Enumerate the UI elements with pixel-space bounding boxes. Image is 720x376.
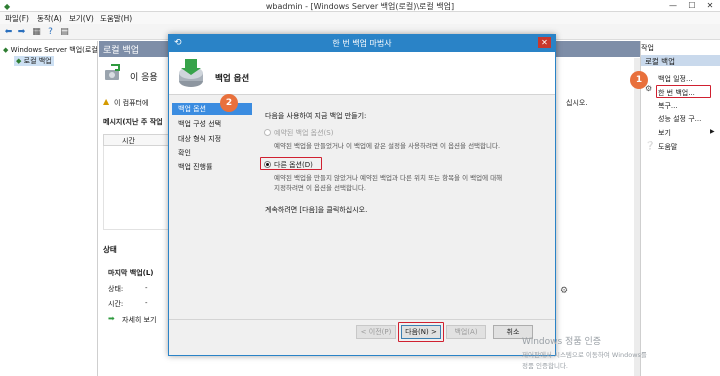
- back-arrow-icon[interactable]: ⬅: [3, 27, 14, 37]
- messages-table: [103, 146, 169, 230]
- center-subtitle: 이 응용: [130, 73, 158, 83]
- time-column-header[interactable]: 시간: [122, 136, 135, 146]
- callout-badge-1: 1: [630, 71, 648, 89]
- wizard-header-title: 백업 옵션: [215, 74, 250, 84]
- backup-button[interactable]: 백업(A): [446, 325, 486, 339]
- wizard-title: 한 번 백업 마법사: [332, 39, 392, 48]
- menu-help[interactable]: 도움말(H): [100, 13, 132, 24]
- warning-text: 이 컴퓨터에: [114, 99, 149, 107]
- action-recover[interactable]: 복구...: [658, 101, 678, 111]
- details-link[interactable]: 자세히 보기: [122, 315, 156, 325]
- menu-file[interactable]: 파일(F): [5, 13, 29, 24]
- local-backup-icon: ◆: [16, 57, 22, 65]
- action-help[interactable]: 도움말: [658, 142, 677, 152]
- scheduled-options-label[interactable]: 예약된 백업 옵션(S): [274, 128, 333, 138]
- continue-instruction: 계속하려면 [다음]을 클릭하십시오.: [265, 206, 368, 214]
- help-icon[interactable]: ?: [45, 27, 56, 37]
- action-performance-settings[interactable]: 성능 설정 구...: [658, 114, 701, 124]
- highlight-different-options: [260, 157, 322, 170]
- backup-disk-icon: [103, 64, 123, 84]
- panel-icon[interactable]: ▤: [59, 27, 70, 37]
- callout-badge-2: 2: [220, 94, 238, 112]
- wizard-header: 백업 옵션: [169, 52, 555, 95]
- tree-root-label: Windows Server 백업(로컬: [10, 46, 98, 54]
- scheduled-options-description: 예약된 백업을 만들었거나 이 백업에 같은 설정을 사용하려면 이 옵션을 선…: [274, 142, 501, 150]
- center-header-title: 로컬 백업: [103, 46, 139, 56]
- actions-section[interactable]: 로컬 백업: [641, 55, 720, 66]
- help-book-icon: ❔: [645, 141, 655, 150]
- previous-button[interactable]: < 이전(P): [356, 325, 396, 339]
- wizard-question: 다음을 사용하여 지금 백업 만들기:: [265, 112, 367, 120]
- actions-header: 작업: [641, 44, 654, 52]
- details-arrow-icon: ➡: [108, 314, 115, 323]
- scheduled-backup-icon: ⚙: [560, 286, 569, 296]
- highlight-backup-once: [656, 85, 711, 98]
- warning-icon: ▲: [103, 97, 110, 106]
- menu-action[interactable]: 동작(A): [37, 13, 62, 24]
- minimize-button[interactable]: —: [664, 1, 682, 11]
- activation-watermark-title: Windows 정품 인증: [522, 337, 602, 347]
- menu-bar: 파일(F) 동작(A) 보기(V) 도움말(H): [0, 12, 720, 24]
- step-backup-progress[interactable]: 백업 진행률: [172, 161, 252, 173]
- forward-arrow-icon[interactable]: ➡: [16, 27, 27, 37]
- window-title: wbadmin - [Windows Server 백업(로컬)\로컬 백업]: [265, 2, 455, 11]
- step-destination-type[interactable]: 대상 형식 지정: [172, 133, 252, 145]
- time-label: 시간:: [108, 300, 124, 308]
- server-backup-icon: ◆: [3, 46, 9, 54]
- warning-text-tail: 십시오.: [566, 99, 588, 107]
- wizard-close-button[interactable]: ✕: [538, 37, 551, 48]
- last-backup-label: 마지막 백업(L): [108, 269, 154, 277]
- state-value: -: [145, 284, 148, 292]
- highlight-next-button: [398, 322, 444, 342]
- time-value: -: [145, 299, 148, 307]
- scheduled-options-radio[interactable]: [264, 129, 271, 136]
- backup-wizard-icon: [175, 55, 207, 91]
- step-confirmation[interactable]: 확인: [172, 147, 252, 159]
- action-view[interactable]: 보기: [658, 128, 671, 138]
- different-options-description-line2: 지정하려면 이 옵션을 선택합니다.: [274, 184, 366, 192]
- step-backup-options[interactable]: 백업 옵션: [172, 103, 252, 115]
- menu-view[interactable]: 보기(V): [69, 13, 94, 24]
- actions-section-label: 로컬 백업: [645, 57, 675, 66]
- window-titlebar: ◆ wbadmin - [Windows Server 백업(로컬)\로컬 백업…: [0, 0, 720, 12]
- tree-root[interactable]: ◆ Windows Server 백업(로컬: [3, 45, 98, 55]
- different-options-description-line1: 예약된 백업을 만들지 않았거나 예약된 백업과 다른 위치 또는 항목을 이 …: [274, 174, 503, 182]
- activation-watermark-line2: 제어판에서 시스템으로 이동하여 Windows를: [522, 351, 647, 359]
- messages-table-header: 시간: [103, 134, 169, 146]
- status-header: 상태: [103, 245, 117, 254]
- maximize-button[interactable]: ☐: [683, 1, 701, 11]
- tree-item-local-backup[interactable]: ◆ 로컬 백업: [14, 56, 54, 66]
- view-submenu-arrow-icon: ▶: [710, 128, 715, 135]
- action-backup-schedule[interactable]: 백업 일정...: [658, 74, 693, 84]
- messages-label: 메시지(지난 주 작업: [103, 118, 163, 126]
- tree-child-label: 로컬 백업: [23, 57, 52, 65]
- activation-watermark-line3: 정품 인증합니다.: [522, 362, 568, 370]
- close-window-button[interactable]: ✕: [701, 1, 719, 11]
- state-label: 상태:: [108, 285, 124, 293]
- step-backup-configuration[interactable]: 백업 구성 선택: [172, 118, 252, 130]
- console-tree: [0, 41, 98, 376]
- console-tree-icon[interactable]: ▦: [31, 27, 42, 37]
